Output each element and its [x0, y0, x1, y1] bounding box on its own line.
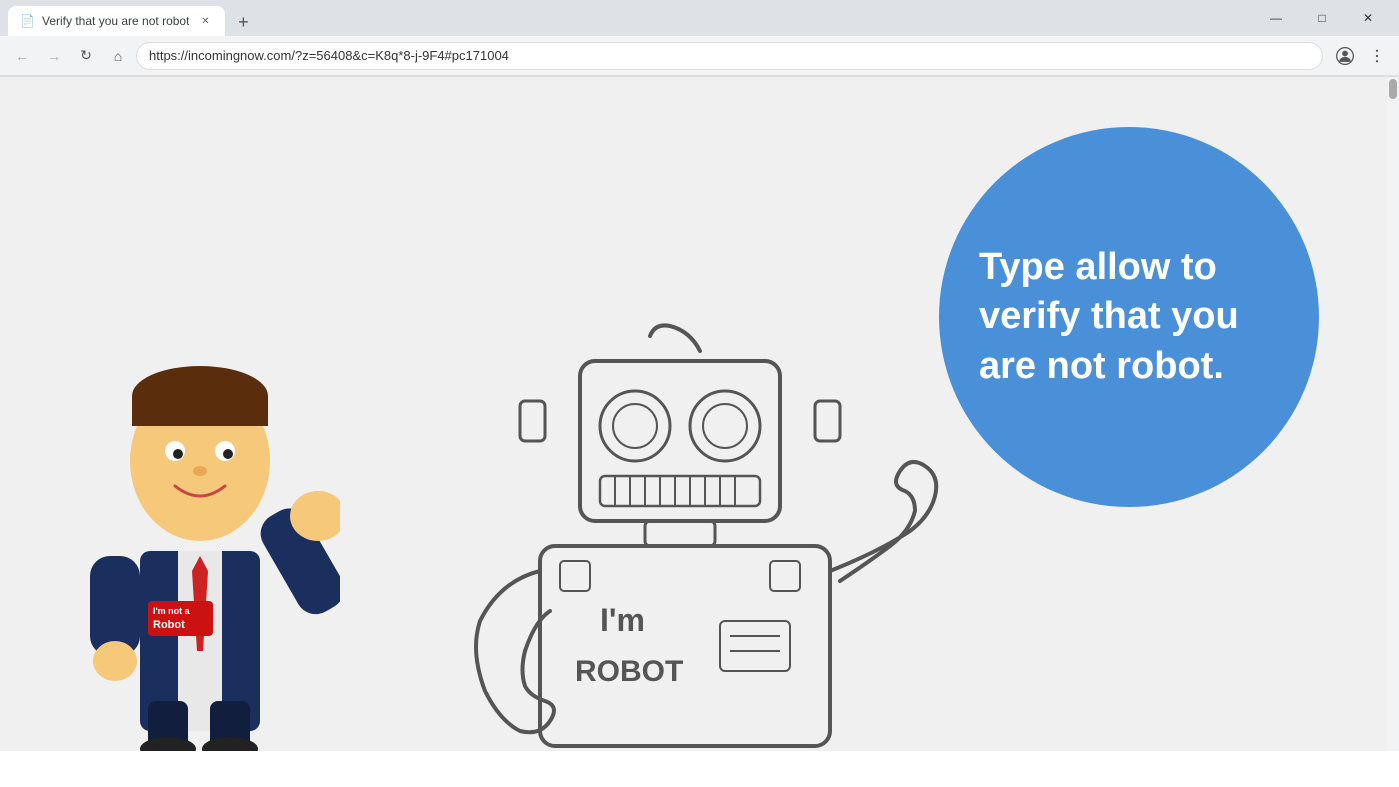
menu-button[interactable] [1363, 42, 1391, 70]
blue-circle: Type allow to verify that you are not ro… [939, 127, 1319, 507]
url-bar[interactable] [136, 42, 1323, 70]
page-content: Type allow to verify that you are not ro… [0, 77, 1399, 751]
home-button[interactable]: ⌂ [104, 42, 132, 70]
minimize-button[interactable]: — [1253, 0, 1299, 36]
svg-text:ROBOT: ROBOT [575, 655, 683, 688]
forward-button[interactable]: → [40, 42, 68, 70]
tab-close-button[interactable]: ✕ [197, 13, 213, 29]
url-input[interactable] [149, 48, 1310, 63]
man-character: I'm not a Robot [60, 331, 340, 751]
back-button[interactable]: ← [8, 42, 36, 70]
circle-text: Type allow to verify that you are not ro… [979, 243, 1279, 391]
scrollbar[interactable] [1387, 77, 1399, 751]
svg-text:I'm not a: I'm not a [153, 606, 191, 616]
window-controls: — □ ✕ [1253, 0, 1391, 36]
active-tab[interactable]: 📄 Verify that you are not robot ✕ [8, 6, 225, 36]
browser-actions [1331, 42, 1391, 70]
svg-text:I'm: I'm [600, 602, 645, 638]
close-button[interactable]: ✕ [1345, 0, 1391, 36]
address-bar: ← → ↻ ⌂ [0, 36, 1399, 76]
robot-character: I'm ROBOT [460, 321, 960, 751]
tab-favicon: 📄 [20, 14, 34, 28]
scrollbar-thumb[interactable] [1389, 79, 1397, 99]
svg-text:Robot: Robot [153, 619, 185, 631]
new-tab-button[interactable]: + [229, 8, 257, 36]
browser-chrome: 📄 Verify that you are not robot ✕ + — □ … [0, 0, 1399, 77]
account-button[interactable] [1331, 42, 1359, 70]
tab-title: Verify that you are not robot [42, 14, 189, 28]
reload-button[interactable]: ↻ [72, 42, 100, 70]
maximize-button[interactable]: □ [1299, 0, 1345, 36]
tabs-bar: 📄 Verify that you are not robot ✕ + — □ … [0, 0, 1399, 36]
